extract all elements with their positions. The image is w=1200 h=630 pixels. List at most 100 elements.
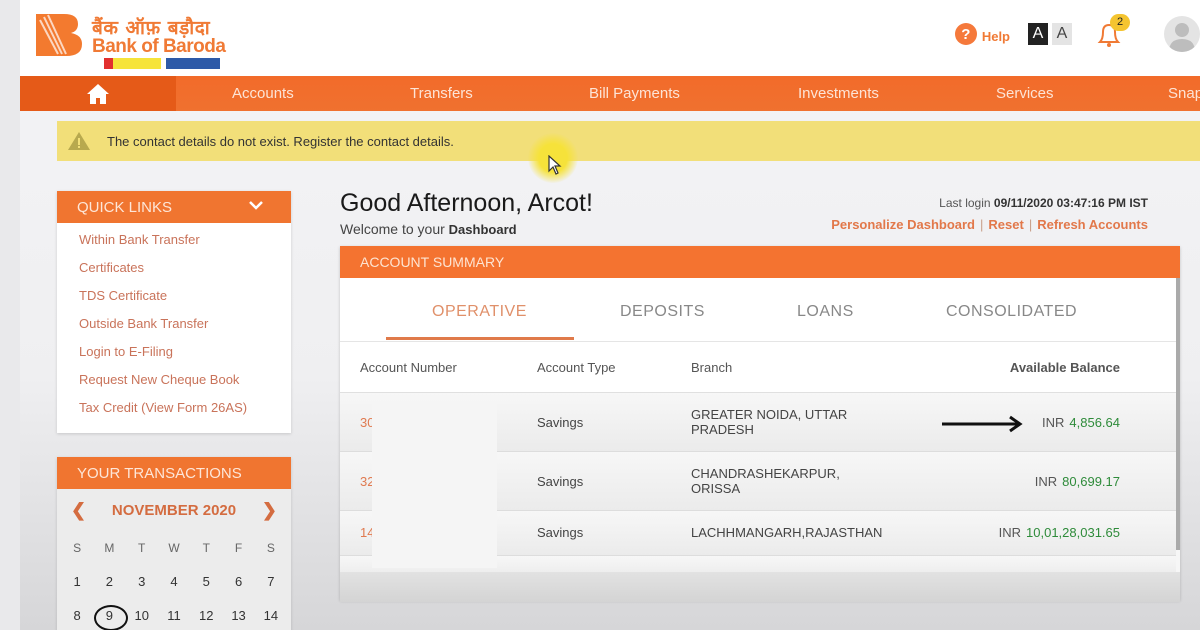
weekday-label: T bbox=[202, 541, 210, 555]
quick-link-tds-certificate[interactable]: TDS Certificate bbox=[79, 287, 291, 315]
account-summary-title: ACCOUNT SUMMARY bbox=[360, 254, 505, 270]
nav-services[interactable]: Services bbox=[996, 85, 1054, 102]
branch-line: GREATER NOIDA, UTTAR bbox=[691, 407, 848, 422]
branch-line: PRADESH bbox=[691, 422, 754, 437]
notifications-button[interactable]: 2 bbox=[1094, 14, 1130, 50]
nav-bill-payments[interactable]: Bill Payments bbox=[589, 85, 680, 102]
table-scrollbar[interactable] bbox=[1176, 278, 1180, 550]
nav-accounts[interactable]: Accounts bbox=[232, 85, 294, 102]
quick-links-header[interactable]: QUICK LINKS bbox=[57, 191, 291, 223]
nav-home[interactable] bbox=[20, 76, 176, 111]
chevron-down-icon[interactable] bbox=[249, 200, 263, 210]
branch-line: ORISSA bbox=[691, 481, 741, 496]
calendar-day[interactable]: 13 bbox=[222, 599, 254, 630]
quick-link-request-cheque-book[interactable]: Request New Cheque Book bbox=[79, 371, 291, 399]
badge-yellow bbox=[104, 58, 161, 69]
calendar-day[interactable]: 10 bbox=[126, 599, 158, 630]
welcome-prefix: Welcome to your bbox=[340, 221, 445, 237]
last-login: Last login 09/11/2020 03:47:16 PM IST bbox=[939, 196, 1148, 210]
quick-links-panel: QUICK LINKS Within Bank Transfer Certifi… bbox=[57, 191, 291, 433]
personalize-dashboard-link[interactable]: Personalize Dashboard bbox=[831, 217, 975, 232]
font-size-large-button[interactable]: A bbox=[1028, 23, 1048, 45]
nav-transfers[interactable]: Transfers bbox=[410, 85, 473, 102]
help-button[interactable]: ? Help bbox=[954, 23, 1010, 45]
quick-link-tax-credit[interactable]: Tax Credit (View Form 26AS) bbox=[79, 399, 291, 427]
nav-investments[interactable]: Investments bbox=[798, 85, 879, 102]
currency: INR bbox=[998, 525, 1022, 540]
redaction-mask bbox=[372, 403, 497, 568]
calendar-day[interactable]: 6 bbox=[222, 565, 254, 599]
weekday-label: T bbox=[138, 541, 146, 555]
tab-deposits[interactable]: DEPOSITS bbox=[620, 303, 705, 321]
logo-badges bbox=[104, 58, 220, 69]
balance-value: 4,856.64 bbox=[1069, 415, 1120, 430]
calendar-day[interactable]: 8 bbox=[61, 599, 93, 630]
tab-loans[interactable]: LOANS bbox=[797, 303, 854, 321]
separator: | bbox=[980, 217, 984, 232]
badge-blue bbox=[166, 58, 220, 69]
alert-message[interactable]: The contact details do not exist. Regist… bbox=[107, 134, 454, 149]
branch-line: CHANDRASHEKARPUR, bbox=[691, 466, 840, 481]
help-icon: ? bbox=[954, 23, 977, 45]
transactions-title: YOUR TRANSACTIONS bbox=[77, 464, 242, 482]
help-label: Help bbox=[981, 29, 1010, 44]
branch: GREATER NOIDA, UTTAR PRADESH bbox=[691, 407, 847, 437]
calendar-header: ❮ NOVEMBER 2020 ❯ bbox=[57, 489, 291, 531]
col-branch: Branch bbox=[691, 360, 733, 375]
account-type: Savings bbox=[537, 525, 584, 540]
table-header: Account Number Account Type Branch Avail… bbox=[340, 342, 1176, 393]
tab-consolidated[interactable]: CONSOLIDATED bbox=[946, 303, 1077, 321]
arrow-right-icon bbox=[942, 415, 1023, 433]
quick-link-outside-bank-transfer[interactable]: Outside Bank Transfer bbox=[79, 315, 291, 343]
header-actions: ? Help A A 2 bbox=[954, 14, 1200, 54]
balance-value: 10,01,28,031.65 bbox=[1026, 525, 1120, 540]
active-tab-indicator bbox=[386, 337, 574, 340]
calendar-day[interactable]: 4 bbox=[158, 565, 190, 599]
greeting-title: Good Afternoon, Arcot! bbox=[340, 189, 593, 217]
branch: CHANDRASHEKARPUR, ORISSA bbox=[691, 466, 840, 496]
calendar-day[interactable]: 11 bbox=[158, 599, 190, 630]
calendar-day[interactable]: 7 bbox=[255, 565, 287, 599]
nav-snap[interactable]: Snap bbox=[1168, 85, 1200, 102]
user-avatar[interactable] bbox=[1164, 16, 1200, 52]
calendar-day[interactable]: 3 bbox=[126, 565, 158, 599]
available-balance: INR 80,699.17 bbox=[1035, 474, 1120, 489]
calendar-day-today[interactable]: 9 bbox=[93, 599, 129, 630]
tab-operative[interactable]: OPERATIVE bbox=[432, 303, 527, 321]
weekday-label: S bbox=[266, 541, 275, 555]
calendar-day[interactable]: 14 bbox=[255, 599, 287, 630]
home-icon bbox=[87, 83, 109, 104]
account-summary-header: ACCOUNT SUMMARY bbox=[340, 246, 1180, 278]
balance-value: 80,699.17 bbox=[1062, 474, 1120, 489]
weekday-label: F bbox=[234, 541, 243, 555]
transactions-header: YOUR TRANSACTIONS bbox=[57, 457, 291, 489]
calendar-day[interactable]: 12 bbox=[190, 599, 222, 630]
warning-icon bbox=[68, 132, 90, 150]
chevron-right-icon[interactable]: ❯ bbox=[262, 500, 277, 521]
last-login-label: Last login bbox=[939, 196, 991, 210]
col-available-balance: Available Balance bbox=[1009, 360, 1120, 375]
calendar-day[interactable]: 2 bbox=[93, 565, 125, 599]
panel-footer bbox=[340, 572, 1180, 602]
calendar-month: NOVEMBER 2020 bbox=[111, 501, 237, 519]
quick-link-certificates[interactable]: Certificates bbox=[79, 259, 291, 287]
welcome-text: Welcome to your Dashboard bbox=[340, 221, 517, 237]
font-size-small-button[interactable]: A bbox=[1052, 23, 1072, 45]
bank-name: Bank of Baroda bbox=[92, 36, 226, 57]
account-type: Savings bbox=[537, 415, 584, 430]
currency: INR bbox=[1042, 415, 1065, 430]
calendar-grid: S M T W T F S 1 2 3 4 5 6 7 8 9 10 11 12… bbox=[57, 531, 291, 630]
quick-link-within-bank-transfer[interactable]: Within Bank Transfer bbox=[79, 231, 291, 259]
quick-link-login-e-filing[interactable]: Login to E-Filing bbox=[79, 343, 291, 371]
calendar-day[interactable]: 5 bbox=[190, 565, 222, 599]
chevron-left-icon[interactable]: ❮ bbox=[71, 500, 86, 521]
calendar-day[interactable]: 1 bbox=[61, 565, 93, 599]
last-login-value: 09/11/2020 03:47:16 PM IST bbox=[993, 196, 1148, 210]
currency: INR bbox=[1034, 474, 1058, 489]
mouse-cursor-icon bbox=[548, 155, 562, 175]
reset-link[interactable]: Reset bbox=[988, 217, 1023, 232]
bank-logo-mark-icon bbox=[36, 14, 82, 56]
contact-alert-banner: The contact details do not exist. Regist… bbox=[57, 121, 1200, 161]
bank-logo[interactable]: बैंक ऑफ़ बड़ौदा Bank of Baroda bbox=[34, 10, 234, 70]
refresh-accounts-link[interactable]: Refresh Accounts bbox=[1037, 217, 1148, 232]
